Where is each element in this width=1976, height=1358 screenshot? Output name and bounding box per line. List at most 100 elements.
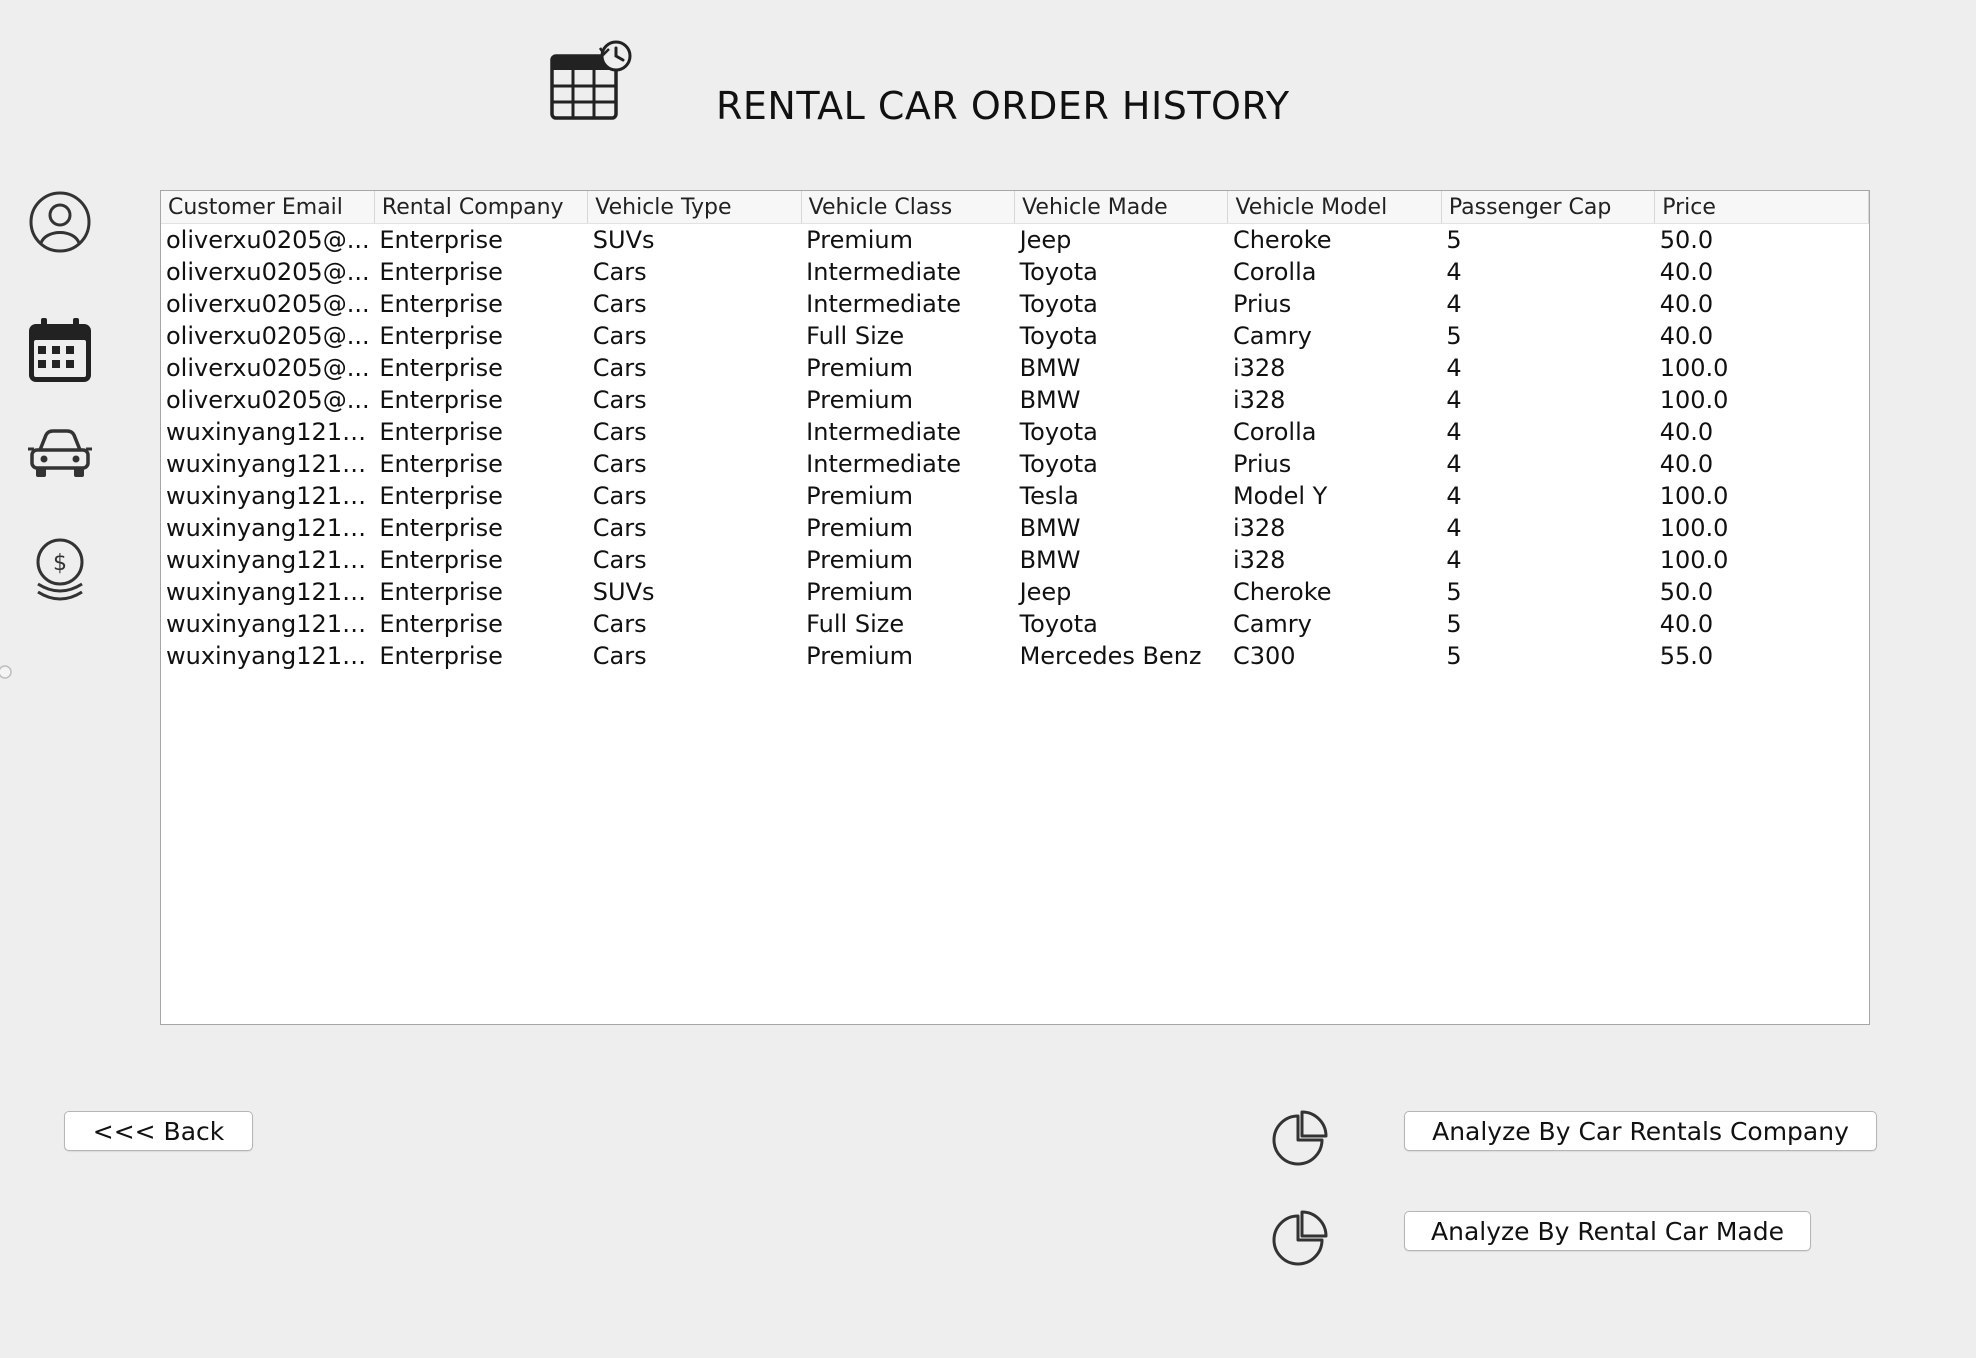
cell-vehicle-made[interactable]: Toyota <box>1015 288 1228 320</box>
cell-customer-email[interactable]: wuxinyang1218... <box>161 544 374 576</box>
cell-vehicle-made[interactable]: Toyota <box>1015 608 1228 640</box>
cell-vehicle-made[interactable]: Tesla <box>1015 480 1228 512</box>
cell-vehicle-type[interactable]: Cars <box>588 288 801 320</box>
cell-passenger-cap[interactable]: 5 <box>1441 320 1654 352</box>
cell-vehicle-made[interactable]: Jeep <box>1015 224 1228 257</box>
cell-vehicle-type[interactable]: Cars <box>588 416 801 448</box>
column-header-vehicle-class[interactable]: Vehicle Class <box>801 191 1016 224</box>
cell-passenger-cap[interactable]: 5 <box>1441 576 1654 608</box>
cell-passenger-cap[interactable]: 5 <box>1441 640 1654 672</box>
cell-vehicle-model[interactable]: i328 <box>1228 384 1441 416</box>
cell-rental-company[interactable]: Enterprise <box>374 320 587 352</box>
money-stack-icon[interactable]: $ <box>26 536 94 608</box>
cell-rental-company[interactable]: Enterprise <box>374 544 587 576</box>
cell-rental-company[interactable]: Enterprise <box>374 416 587 448</box>
table-row[interactable]: oliverxu0205@... Enterprise Cars Premium BMW… <box>161 352 1868 384</box>
cell-price[interactable]: 40.0 <box>1655 288 1868 320</box>
cell-price[interactable]: 100.0 <box>1655 512 1868 544</box>
cell-passenger-cap[interactable]: 4 <box>1441 416 1654 448</box>
cell-customer-email[interactable]: oliverxu0205@... <box>161 352 374 384</box>
cell-vehicle-class[interactable]: Premium <box>801 384 1014 416</box>
cell-passenger-cap[interactable]: 5 <box>1441 608 1654 640</box>
cell-vehicle-type[interactable]: Cars <box>588 544 801 576</box>
cell-passenger-cap[interactable]: 4 <box>1441 288 1654 320</box>
table-row[interactable]: oliverxu0205@... Enterprise SUVs Premium Jee… <box>161 224 1868 257</box>
cell-price[interactable]: 40.0 <box>1655 608 1868 640</box>
cell-vehicle-type[interactable]: Cars <box>588 608 801 640</box>
cell-vehicle-class[interactable]: Premium <box>801 576 1014 608</box>
cell-vehicle-made[interactable]: BMW <box>1015 512 1228 544</box>
table-row[interactable]: oliverxu0205@... Enterprise Cars Premium BMW… <box>161 384 1868 416</box>
column-header-vehicle-type[interactable]: Vehicle Type <box>587 191 802 224</box>
cell-vehicle-class[interactable]: Premium <box>801 480 1014 512</box>
cell-customer-email[interactable]: wuxinyang1218... <box>161 448 374 480</box>
cell-vehicle-model[interactable]: Camry <box>1228 320 1441 352</box>
cell-vehicle-type[interactable]: Cars <box>588 256 801 288</box>
cell-passenger-cap[interactable]: 4 <box>1441 512 1654 544</box>
cell-vehicle-model[interactable]: i328 <box>1228 512 1441 544</box>
cell-vehicle-type[interactable]: Cars <box>588 320 801 352</box>
cell-price[interactable]: 50.0 <box>1655 224 1868 257</box>
cell-vehicle-model[interactable]: i328 <box>1228 544 1441 576</box>
cell-rental-company[interactable]: Enterprise <box>374 480 587 512</box>
cell-customer-email[interactable]: wuxinyang1218... <box>161 416 374 448</box>
cell-vehicle-class[interactable]: Intermediate <box>801 448 1014 480</box>
cell-vehicle-model[interactable]: Cheroke <box>1228 224 1441 257</box>
cell-customer-email[interactable]: oliverxu0205@... <box>161 256 374 288</box>
cell-passenger-cap[interactable]: 4 <box>1441 352 1654 384</box>
cell-passenger-cap[interactable]: 4 <box>1441 256 1654 288</box>
user-icon[interactable] <box>26 188 94 256</box>
cell-passenger-cap[interactable]: 4 <box>1441 544 1654 576</box>
cell-customer-email[interactable]: oliverxu0205@... <box>161 384 374 416</box>
cell-vehicle-type[interactable]: SUVs <box>588 224 801 257</box>
cell-price[interactable]: 40.0 <box>1655 416 1868 448</box>
cell-vehicle-model[interactable]: Camry <box>1228 608 1441 640</box>
analyze-by-made-button[interactable]: Analyze By Rental Car Made <box>1404 1211 1811 1251</box>
back-button[interactable]: <<< Back <box>64 1111 253 1151</box>
cell-vehicle-type[interactable]: Cars <box>588 512 801 544</box>
cell-price[interactable]: 100.0 <box>1655 480 1868 512</box>
cell-vehicle-type[interactable]: Cars <box>588 384 801 416</box>
cell-price[interactable]: 40.0 <box>1655 448 1868 480</box>
table-row[interactable]: oliverxu0205@... Enterprise Cars Intermedia… <box>161 288 1868 320</box>
cell-vehicle-class[interactable]: Full Size <box>801 320 1014 352</box>
cell-vehicle-class[interactable]: Full Size <box>801 608 1014 640</box>
column-header-passenger-cap[interactable]: Passenger Cap <box>1441 191 1656 224</box>
window-edge-handle[interactable] <box>0 664 13 680</box>
cell-price[interactable]: 40.0 <box>1655 256 1868 288</box>
cell-price[interactable]: 100.0 <box>1655 352 1868 384</box>
table-row[interactable]: wuxinyang1218... Enterprise Cars Premium Tes… <box>161 480 1868 512</box>
cell-vehicle-made[interactable]: Toyota <box>1015 320 1228 352</box>
cell-vehicle-class[interactable]: Premium <box>801 512 1014 544</box>
cell-customer-email[interactable]: oliverxu0205@... <box>161 224 374 257</box>
cell-vehicle-made[interactable]: BMW <box>1015 352 1228 384</box>
cell-price[interactable]: 40.0 <box>1655 320 1868 352</box>
column-header-price[interactable]: Price <box>1654 191 1869 224</box>
column-header-customer-email[interactable]: Customer Email <box>161 191 375 224</box>
cell-customer-email[interactable]: wuxinyang1218... <box>161 576 374 608</box>
cell-vehicle-made[interactable]: BMW <box>1015 384 1228 416</box>
cell-rental-company[interactable]: Enterprise <box>374 640 587 672</box>
cell-vehicle-class[interactable]: Intermediate <box>801 256 1014 288</box>
car-icon[interactable] <box>26 420 94 488</box>
table-row[interactable]: wuxinyang1218... Enterprise Cars Premium BMW… <box>161 512 1868 544</box>
cell-vehicle-type[interactable]: SUVs <box>588 576 801 608</box>
cell-passenger-cap[interactable]: 4 <box>1441 448 1654 480</box>
cell-vehicle-model[interactable]: Prius <box>1228 448 1441 480</box>
table-row[interactable]: wuxinyang1218... Enterprise Cars Full Size T… <box>161 608 1868 640</box>
cell-vehicle-made[interactable]: Toyota <box>1015 448 1228 480</box>
cell-rental-company[interactable]: Enterprise <box>374 384 587 416</box>
cell-rental-company[interactable]: Enterprise <box>374 608 587 640</box>
cell-rental-company[interactable]: Enterprise <box>374 576 587 608</box>
cell-rental-company[interactable]: Enterprise <box>374 512 587 544</box>
cell-customer-email[interactable]: wuxinyang1218... <box>161 608 374 640</box>
cell-vehicle-class[interactable]: Intermediate <box>801 288 1014 320</box>
cell-vehicle-model[interactable]: Corolla <box>1228 416 1441 448</box>
cell-price[interactable]: 55.0 <box>1655 640 1868 672</box>
cell-vehicle-type[interactable]: Cars <box>588 448 801 480</box>
cell-vehicle-type[interactable]: Cars <box>588 640 801 672</box>
cell-vehicle-made[interactable]: BMW <box>1015 544 1228 576</box>
table-row[interactable]: oliverxu0205@... Enterprise Cars Full Size T… <box>161 320 1868 352</box>
cell-customer-email[interactable]: wuxinyang1218... <box>161 480 374 512</box>
table-row[interactable]: wuxinyang1218... Enterprise Cars Intermedia… <box>161 448 1868 480</box>
